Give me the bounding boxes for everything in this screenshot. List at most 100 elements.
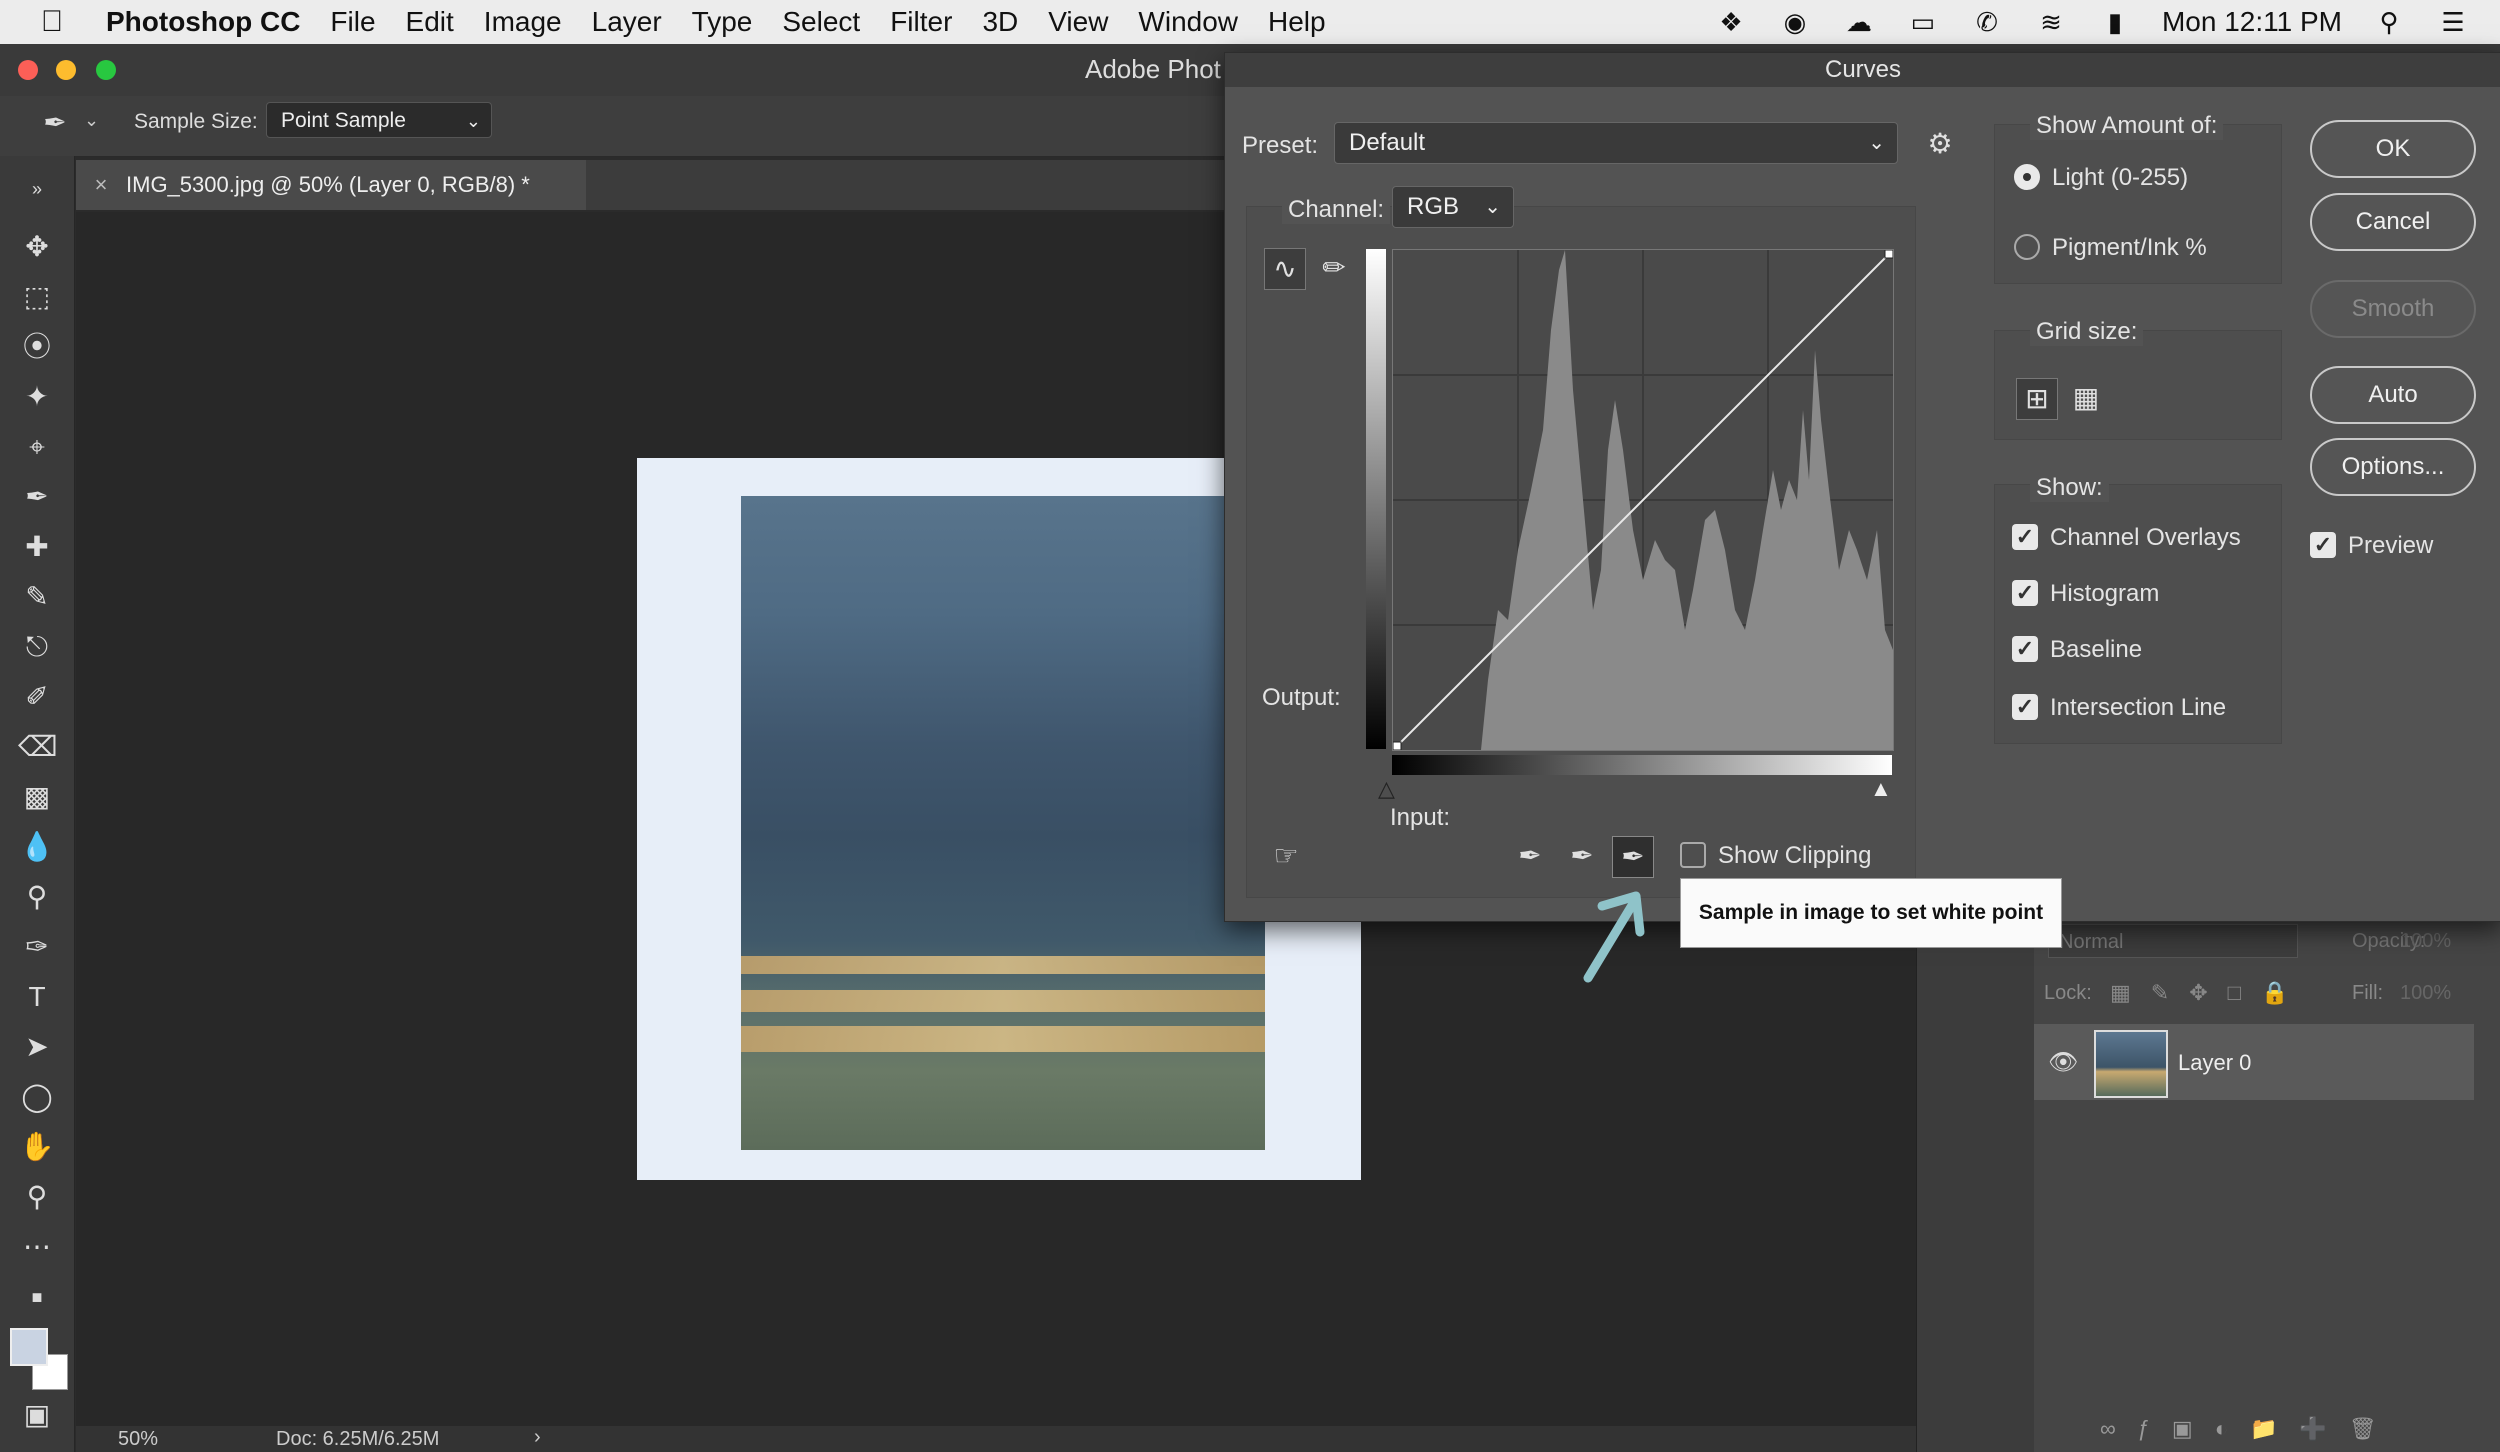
zoom-window-button[interactable] — [96, 60, 116, 80]
light-radio[interactable] — [2014, 164, 2040, 190]
layers-panel-footer-icons[interactable]: ∞ƒ▣◐📁➕🗑 — [2100, 1416, 2399, 1442]
crop-tool-icon[interactable]: ⌖ — [18, 428, 56, 466]
blur-tool-icon[interactable]: 💧 — [18, 828, 56, 866]
brush-tool-icon[interactable]: ✎ — [18, 578, 56, 616]
spotlight-search-icon[interactable]: ⚲ — [2372, 7, 2406, 37]
menu-filter[interactable]: Filter — [890, 6, 952, 38]
white-input-slider-icon[interactable]: ▲ — [1870, 776, 1892, 802]
set-black-point-eyedropper-icon[interactable]: ✒ — [1510, 836, 1550, 876]
simple-grid-icon[interactable]: ⊞ — [2016, 378, 2058, 420]
channel-overlays-checkbox[interactable]: ✓ — [2012, 524, 2038, 550]
set-gray-point-eyedropper-icon[interactable]: ✒ — [1562, 836, 1602, 876]
menu-bar:  Photoshop CC File Edit Image Layer Typ… — [0, 0, 2500, 44]
blend-mode-value: Normal — [2059, 931, 2124, 953]
menu-select[interactable]: Select — [782, 6, 860, 38]
curve-white-point[interactable] — [1884, 249, 1894, 259]
menu-image[interactable]: Image — [484, 6, 562, 38]
curve-graph[interactable] — [1392, 249, 1894, 751]
options-button[interactable]: Options... — [2310, 438, 2476, 496]
channel-select[interactable]: RGB ⌄ — [1392, 186, 1514, 228]
zoom-tool-icon[interactable]: ⚲ — [18, 1178, 56, 1216]
battery-icon[interactable]: ▮ — [2098, 7, 2132, 37]
pencil-draw-mode-icon[interactable]: ✏ — [1314, 248, 1354, 288]
menubar-clock[interactable]: Mon 12:11 PM — [2162, 6, 2342, 38]
menu-3d[interactable]: 3D — [982, 6, 1018, 38]
preset-options-gear-icon[interactable]: ⚙ — [1920, 124, 1960, 164]
lasso-tool-icon[interactable]: ⦿ — [18, 328, 56, 366]
pigment-radio[interactable] — [2014, 234, 2040, 260]
fill-value[interactable]: 100% — [2400, 982, 2451, 1005]
menu-view[interactable]: View — [1048, 6, 1108, 38]
chevron-down-icon: ⌄ — [1484, 196, 1501, 218]
status-menu-arrow[interactable]: › — [534, 1426, 541, 1449]
menu-help[interactable]: Help — [1268, 6, 1326, 38]
default-colors-icon[interactable]: ■ — [18, 1278, 56, 1316]
blend-mode-select[interactable]: Normal — [2048, 924, 2298, 958]
menu-edit[interactable]: Edit — [406, 6, 454, 38]
game-controller-icon[interactable]: ◉ — [1778, 7, 1812, 37]
menu-file[interactable]: File — [330, 6, 375, 38]
history-brush-tool-icon[interactable]: ✐ — [18, 678, 56, 716]
smooth-button[interactable]: Smooth — [2310, 280, 2476, 338]
marquee-tool-icon[interactable]: ⬚ — [18, 278, 56, 316]
chevron-down-icon[interactable]: ⌄ — [84, 110, 99, 131]
lock-icons[interactable]: ▦✎✥□🔒 — [2110, 980, 2308, 1006]
zoom-level[interactable]: 50% — [118, 1428, 158, 1451]
detailed-grid-icon[interactable]: ▦ — [2066, 378, 2106, 418]
more-tools-icon[interactable]: ⋯ — [18, 1228, 56, 1266]
menu-type[interactable]: Type — [692, 6, 753, 38]
path-selection-tool-icon[interactable]: ➤ — [18, 1028, 56, 1066]
cancel-button[interactable]: Cancel — [2310, 193, 2476, 251]
sample-size-value: Point Sample — [281, 109, 406, 132]
curve-point-mode-icon[interactable]: ∿ — [1264, 248, 1306, 290]
collapse-panel-icon[interactable]: » — [18, 170, 56, 208]
close-window-button[interactable] — [18, 60, 38, 80]
opacity-value[interactable]: 100% — [2400, 930, 2451, 953]
notification-center-icon[interactable]: ☰ — [2436, 7, 2470, 37]
clone-stamp-tool-icon[interactable]: ⎋ — [18, 628, 56, 666]
menu-layer[interactable]: Layer — [592, 6, 662, 38]
quick-mask-icon[interactable]: ▣ — [18, 1396, 56, 1434]
gradient-tool-icon[interactable]: ▩ — [18, 778, 56, 816]
preset-select[interactable]: Default ⌄ — [1334, 122, 1898, 164]
eyedropper-tool-preset-icon[interactable]: ✒ — [36, 104, 74, 142]
black-input-slider-icon[interactable]: △ — [1378, 776, 1395, 802]
set-white-point-eyedropper-icon[interactable]: ✒ — [1612, 836, 1654, 878]
apple-menu-icon[interactable]:  — [22, 5, 82, 39]
healing-brush-tool-icon[interactable]: ✚ — [18, 528, 56, 566]
quick-selection-tool-icon[interactable]: ✦ — [18, 378, 56, 416]
show-clipping-checkbox[interactable] — [1680, 842, 1706, 868]
on-image-adjust-hand-icon[interactable]: ☞ — [1266, 836, 1306, 876]
layer-name[interactable]: Layer 0 — [2178, 1050, 2251, 1076]
intersection-line-checkbox[interactable]: ✓ — [2012, 694, 2038, 720]
app-menu[interactable]: Photoshop CC — [106, 6, 300, 38]
foreground-color-swatch[interactable] — [10, 1328, 48, 1366]
creative-cloud-icon[interactable]: ☁ — [1842, 7, 1876, 37]
ellipse-tool-icon[interactable]: ◯ — [18, 1078, 56, 1116]
baseline-checkbox[interactable]: ✓ — [2012, 636, 2038, 662]
minimize-window-button[interactable] — [56, 60, 76, 80]
auto-button[interactable]: Auto — [2310, 366, 2476, 424]
visibility-eye-icon[interactable]: 👁 — [2048, 1048, 2078, 1077]
dodge-tool-icon[interactable]: ⚲ — [18, 878, 56, 916]
eyedropper-tool-icon[interactable]: ✒ — [18, 478, 56, 516]
airplay-icon[interactable]: ▭ — [1906, 7, 1940, 37]
wifi-icon[interactable]: ≋ — [2034, 7, 2068, 37]
histogram-checkbox[interactable]: ✓ — [2012, 580, 2038, 606]
pen-tool-icon[interactable]: ✑ — [18, 928, 56, 966]
move-tool-icon[interactable]: ✥ — [18, 228, 56, 266]
type-tool-icon[interactable]: T — [18, 978, 56, 1016]
preview-checkbox[interactable]: ✓ — [2310, 532, 2336, 558]
close-tab-icon[interactable]: × — [76, 160, 126, 210]
sample-size-select[interactable]: Point Sample ⌄ — [266, 102, 492, 138]
hand-tool-icon[interactable]: ✋ — [18, 1128, 56, 1166]
document-tab[interactable]: × IMG_5300.jpg @ 50% (Layer 0, RGB/8) * — [76, 160, 586, 210]
phone-icon[interactable]: ✆ — [1970, 7, 2004, 37]
menu-window[interactable]: Window — [1138, 6, 1238, 38]
channel-value: RGB — [1407, 193, 1460, 220]
preview-label: Preview — [2348, 532, 2434, 559]
dropbox-icon[interactable]: ❖ — [1714, 7, 1748, 37]
eraser-tool-icon[interactable]: ⌫ — [18, 728, 58, 766]
ok-button[interactable]: OK — [2310, 120, 2476, 178]
curve-black-point[interactable] — [1392, 741, 1402, 751]
